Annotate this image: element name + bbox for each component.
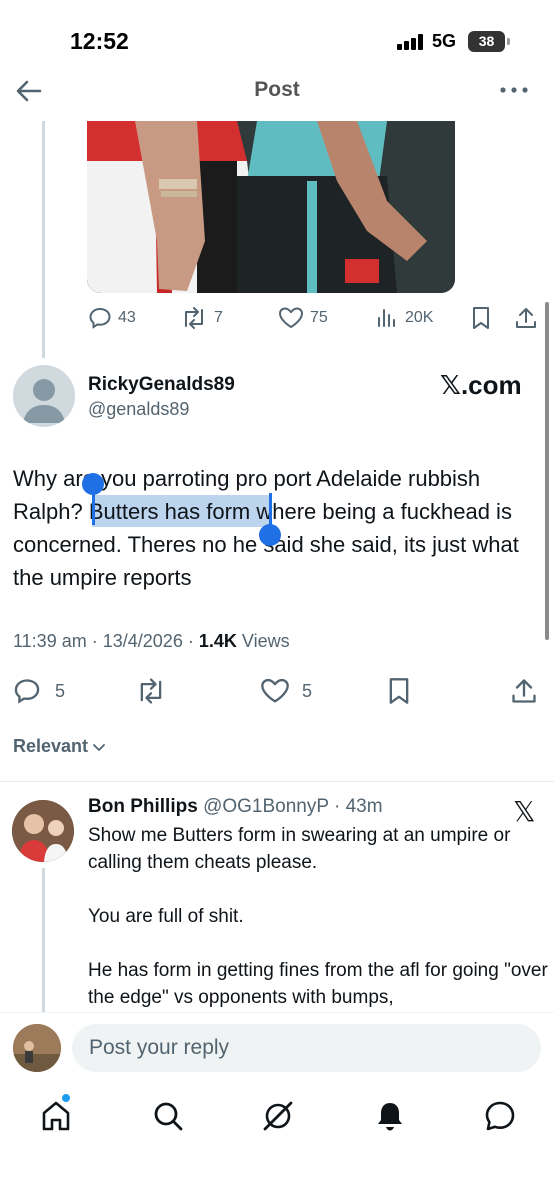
- bell-icon: [378, 1103, 402, 1131]
- battery-nub: [507, 38, 510, 45]
- home-notification-dot: [62, 1094, 70, 1102]
- status-time: 12:52: [70, 28, 129, 54]
- like-count: 75: [310, 309, 328, 326]
- reply-author-handle[interactable]: @OG1BonnyP: [203, 796, 329, 817]
- tab-notifications[interactable]: [372, 1098, 408, 1134]
- meta-separator: ·: [91, 631, 98, 651]
- views-icon: [378, 309, 395, 327]
- tab-home[interactable]: [38, 1098, 74, 1134]
- bookmark-icon: [473, 307, 489, 329]
- reply-header: Bon Phillips @OG1BonnyP · 43m: [88, 796, 383, 818]
- tab-grok[interactable]: [260, 1098, 296, 1134]
- parent-repost-button[interactable]: 7: [180, 306, 223, 330]
- chevron-down-icon: [93, 743, 105, 751]
- reply-paragraph: You are full of shit.: [88, 906, 244, 927]
- parent-views-button[interactable]: 20K: [375, 306, 433, 330]
- tweet-time: 11:39 am: [13, 631, 87, 651]
- avatar[interactable]: [13, 365, 75, 427]
- reply-input[interactable]: Post your reply: [72, 1024, 541, 1072]
- search-icon: [154, 1102, 183, 1131]
- bookmark-button[interactable]: [386, 677, 412, 705]
- meta-separator: ·: [187, 631, 194, 651]
- reply-author-name[interactable]: Bon Phillips: [88, 796, 198, 817]
- thread-line: [42, 868, 45, 1012]
- parent-reply-button[interactable]: 43: [88, 306, 136, 330]
- battery-icon: 38: [468, 31, 505, 52]
- selection-end-handle[interactable]: [259, 524, 281, 546]
- composer-avatar: [13, 1024, 61, 1072]
- heart-icon: [279, 307, 303, 328]
- reply-paragraph: Show me Butters form in swearing at an u…: [88, 825, 511, 873]
- sort-filter-dropdown[interactable]: Relevant: [13, 736, 106, 757]
- tweet-meta: 11:39 am · 13/4/2026 · 1.4K Views: [13, 631, 290, 652]
- repost-icon: [185, 307, 203, 329]
- tab-messages[interactable]: [482, 1098, 518, 1134]
- thread-line: [42, 121, 45, 358]
- network-label: 5G: [432, 31, 457, 51]
- views-count: 20K: [405, 309, 434, 326]
- share-button[interactable]: [510, 677, 538, 705]
- x-com-badge: 𝕏.com: [440, 370, 522, 401]
- like-button[interactable]: 5: [260, 677, 312, 705]
- bookmark-icon: [389, 678, 409, 704]
- heart-icon: [261, 678, 289, 703]
- tweet-media-image[interactable]: [87, 121, 455, 293]
- parent-like-button[interactable]: 75: [278, 306, 328, 330]
- meta-separator: ·: [328, 796, 346, 817]
- reply-count: 5: [55, 680, 66, 701]
- selection-start-handle[interactable]: [82, 473, 104, 495]
- share-icon: [516, 308, 536, 328]
- signal-icon: [397, 34, 425, 50]
- reply-icon: [89, 307, 111, 329]
- reply-count: 43: [118, 309, 136, 326]
- share-icon: [512, 679, 536, 703]
- parent-bookmark-button[interactable]: [470, 306, 492, 330]
- reply-paragraph: He has form in getting fines from the af…: [88, 960, 548, 1008]
- status-bar: 12:52 5G 38: [0, 0, 554, 70]
- home-icon: [42, 1101, 70, 1131]
- reply-icon: [14, 679, 40, 704]
- divider: [0, 781, 554, 782]
- repost-count: 7: [214, 309, 223, 326]
- reply-text[interactable]: Show me Butters form in swearing at an u…: [88, 822, 548, 1038]
- views-label: Views: [241, 631, 290, 651]
- x-logo-icon: 𝕏: [440, 371, 461, 401]
- tweet-date: 13/4/2026: [102, 631, 183, 651]
- views-count: 1.4K: [198, 631, 237, 651]
- repost-button[interactable]: [135, 677, 167, 705]
- parent-share-button[interactable]: [514, 306, 538, 330]
- reply-time: 43m: [345, 796, 383, 817]
- author-name[interactable]: RickyGenalds89: [88, 374, 235, 396]
- header: Post: [0, 70, 554, 114]
- author-handle[interactable]: @genalds89: [88, 399, 189, 420]
- tab-search[interactable]: [150, 1098, 186, 1134]
- scrollbar[interactable]: [545, 302, 549, 640]
- messages-icon: [485, 1101, 515, 1131]
- more-icon[interactable]: [498, 78, 530, 102]
- reply-avatar[interactable]: [12, 800, 74, 862]
- repost-icon: [140, 678, 162, 704]
- grok-icon: [263, 1101, 293, 1131]
- page-title: Post: [254, 78, 300, 101]
- sort-filter-label: Relevant: [13, 736, 89, 756]
- like-count: 5: [302, 680, 313, 701]
- x-com-badge-label: .com: [460, 370, 522, 400]
- tab-bar: [0, 1090, 554, 1150]
- reply-button[interactable]: 5: [13, 677, 65, 705]
